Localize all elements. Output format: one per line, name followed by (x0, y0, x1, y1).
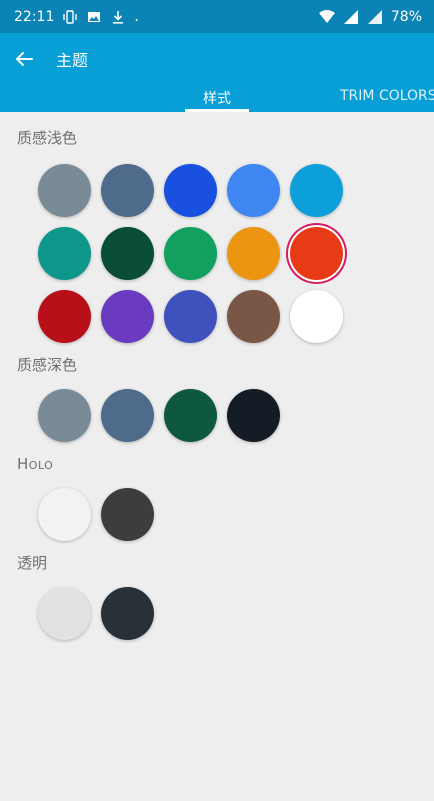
section-header-holo: Holo (17, 455, 54, 473)
swatch-row (38, 290, 434, 343)
color-swatch[interactable] (38, 164, 91, 217)
status-left: 22:11 . (14, 9, 139, 25)
arrow-left-icon (16, 52, 33, 66)
vibrate-icon (62, 9, 78, 25)
theme-list: 质感浅色 质感深色 Holo 透明 (0, 112, 434, 640)
swatch-grid-material-light (0, 164, 434, 343)
tab-indicator (185, 109, 249, 112)
tab-bar: 样式 TRIM COLORS (0, 85, 434, 112)
color-swatch[interactable] (227, 164, 280, 217)
color-swatch[interactable] (38, 227, 91, 280)
color-swatch[interactable] (38, 587, 91, 640)
color-swatch[interactable] (38, 290, 91, 343)
status-bar: 22:11 . 78% (0, 0, 434, 33)
color-swatch[interactable] (164, 290, 217, 343)
section-header-transparent: 透明 (17, 554, 48, 572)
color-swatch[interactable] (164, 389, 217, 442)
wifi-icon (318, 9, 335, 25)
dot-icon: . (134, 8, 139, 25)
download-icon (110, 9, 126, 25)
color-swatch[interactable] (38, 389, 91, 442)
color-swatch[interactable] (101, 389, 154, 442)
color-swatch[interactable] (290, 164, 343, 217)
section-header-material-dark: 质感深色 (17, 356, 78, 374)
swatch-row (38, 488, 434, 541)
swatch-row (38, 389, 434, 442)
color-swatch[interactable] (290, 290, 343, 343)
4g-icon (367, 9, 383, 25)
color-swatch[interactable] (227, 389, 280, 442)
signal-icon (343, 9, 359, 25)
status-right: 78% (318, 8, 422, 25)
swatch-grid-holo (0, 488, 434, 541)
color-swatch[interactable] (101, 164, 154, 217)
color-swatch[interactable] (101, 488, 154, 541)
color-swatch[interactable] (164, 227, 217, 280)
app-bar: 主题 (0, 33, 434, 85)
swatch-row (38, 227, 434, 280)
color-swatch[interactable] (38, 488, 91, 541)
swatch-grid-transparent (0, 587, 434, 640)
color-swatch[interactable] (227, 290, 280, 343)
tab-style[interactable]: 样式 (203, 88, 231, 108)
color-swatch[interactable] (101, 290, 154, 343)
page-title: 主题 (56, 51, 89, 70)
color-swatch[interactable] (101, 587, 154, 640)
swatch-row (38, 164, 434, 217)
color-swatch[interactable] (101, 227, 154, 280)
image-icon (86, 9, 102, 25)
swatch-grid-material-dark (0, 389, 434, 442)
color-swatch[interactable] (227, 227, 280, 280)
back-button[interactable] (12, 47, 36, 71)
battery-percent: 78% (390, 8, 422, 25)
tab-trim-colors[interactable]: TRIM COLORS (340, 88, 434, 104)
color-swatch[interactable] (164, 164, 217, 217)
status-time: 22:11 (14, 8, 55, 25)
section-header-material-light: 质感浅色 (17, 129, 78, 147)
swatch-row (38, 587, 434, 640)
color-swatch-selected[interactable] (290, 227, 343, 280)
